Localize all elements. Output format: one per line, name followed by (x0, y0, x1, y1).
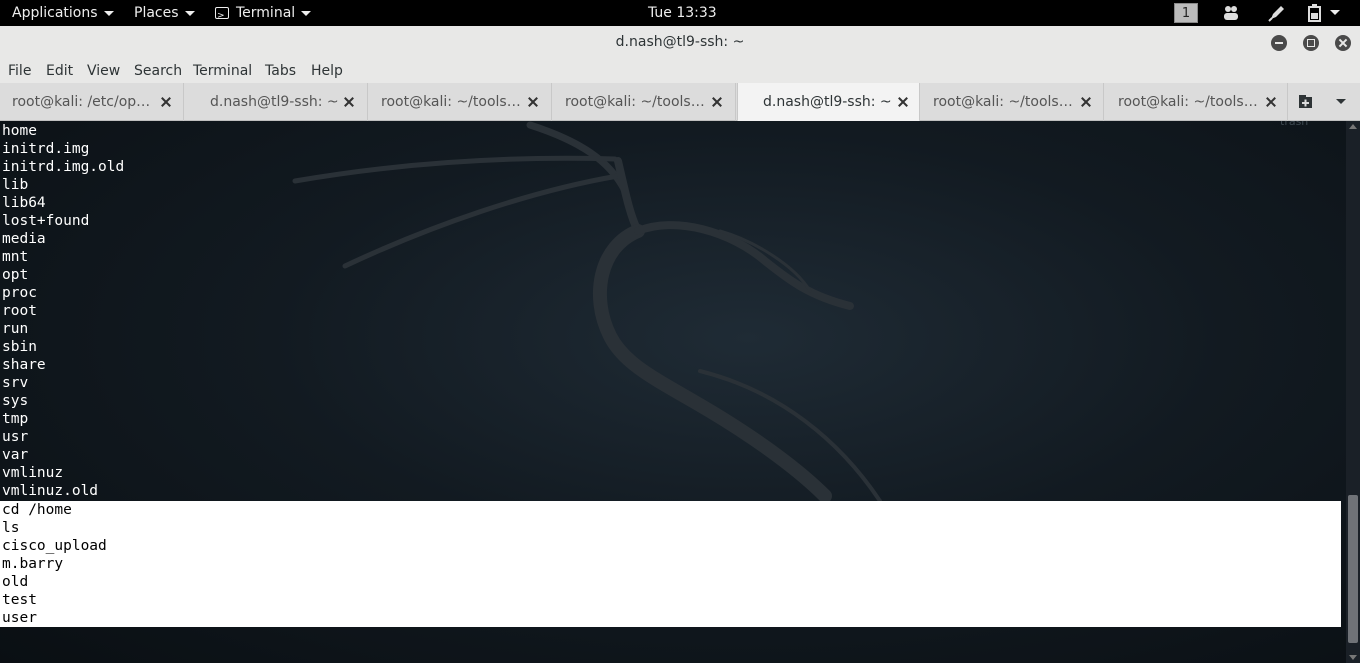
terminal-line: lib64 (2, 195, 46, 211)
tab-root-etc-op[interactable]: root@kali: /etc/op… (0, 83, 184, 121)
workspace-indicator[interactable]: 1 (1174, 3, 1198, 23)
terminal-line: run (2, 321, 29, 337)
terminal-line: proc (2, 285, 37, 301)
places-label: Places (134, 5, 179, 21)
scrollbar-thumb[interactable] (1348, 495, 1358, 643)
close-window-button[interactable] (1335, 35, 1351, 51)
menu-edit[interactable]: Edit (46, 59, 73, 83)
text-selection[interactable]: cd /home ls cisco_upload m.barry old tes… (0, 501, 1341, 627)
selected-line: user (2, 610, 37, 626)
clock-label: Tue 13:33 (648, 5, 717, 21)
terminal-app-menu[interactable]: Terminal (215, 0, 312, 29)
tab-label: root@kali: ~/tools… (1118, 94, 1258, 110)
selected-line: old (2, 574, 29, 590)
scroll-up-arrow-icon[interactable] (1349, 124, 1357, 129)
desktop-trash-label: trash (1280, 121, 1309, 128)
terminal-line: lib (2, 177, 29, 193)
close-icon[interactable] (710, 95, 724, 109)
minimize-button[interactable] (1271, 35, 1287, 51)
users-icon[interactable] (1222, 4, 1240, 22)
tab-label: d.nash@tl9-ssh: ~ (210, 94, 339, 110)
places-menu[interactable]: Places (134, 0, 195, 26)
terminal-line: share (2, 357, 46, 373)
new-tab-icon[interactable] (1298, 94, 1316, 110)
terminal-line: vmlinuz (2, 465, 64, 481)
close-icon[interactable] (526, 95, 540, 109)
tab-label: root@kali: /etc/op… (12, 94, 151, 110)
menu-search[interactable]: Search (134, 59, 182, 83)
applications-menu[interactable]: Applications (12, 0, 114, 26)
clock[interactable]: Tue 13:33 (648, 0, 717, 26)
kali-dragon-icon (292, 121, 882, 501)
selected-line: test (2, 592, 37, 608)
menu-view[interactable]: View (87, 59, 120, 83)
tabs-menu-chevron-icon[interactable] (1336, 99, 1346, 104)
top-panel: Applications Places Terminal Tue 13:33 1 (0, 0, 1360, 29)
selected-line: ls (2, 520, 20, 536)
terminal-output: home initrd.img initrd.img.old lib lib64… (2, 122, 124, 500)
terminal-line: mnt (2, 249, 29, 265)
selected-output: cd /home ls cisco_upload m.barry old tes… (2, 501, 107, 627)
terminal-line: var (2, 447, 29, 463)
terminal-line: tmp (2, 411, 29, 427)
battery-icon[interactable] (1306, 4, 1324, 22)
terminal-app-label: Terminal (236, 5, 296, 21)
tab-root-tools-2[interactable]: root@kali: ~/tools… (552, 83, 736, 121)
menu-help[interactable]: Help (311, 59, 343, 83)
chevron-down-icon (301, 10, 312, 16)
tab-dnash-ssh[interactable]: d.nash@tl9-ssh: ~ (184, 83, 368, 121)
terminal-line: vmlinuz.old (2, 483, 99, 499)
system-menu-chevron-icon[interactable] (1330, 10, 1340, 15)
menubar: File Edit View Search Terminal Tabs Help (0, 59, 1360, 83)
chevron-down-icon (103, 10, 114, 16)
close-icon[interactable] (159, 95, 173, 109)
terminal-icon (215, 3, 229, 29)
maximize-button[interactable] (1303, 35, 1319, 51)
terminal-line: initrd.img (2, 141, 90, 157)
selected-line: cisco_upload (2, 538, 107, 554)
close-icon[interactable] (1079, 95, 1093, 109)
menu-file[interactable]: File (8, 59, 31, 83)
applications-label: Applications (12, 5, 98, 21)
selected-line: m.barry (2, 556, 64, 572)
close-icon[interactable] (896, 95, 910, 109)
minimize-icon (1275, 42, 1283, 44)
close-icon[interactable] (342, 95, 356, 109)
terminal-line: sys (2, 393, 29, 409)
terminal-line: usr (2, 429, 29, 445)
tab-root-tools-4[interactable]: root@kali: ~/tools… (1104, 83, 1288, 121)
close-icon[interactable] (1264, 95, 1278, 109)
terminal-line: initrd.img.old (2, 159, 125, 175)
menu-tabs[interactable]: Tabs (265, 59, 296, 83)
window-title: d.nash@tl9-ssh: ~ (615, 34, 745, 50)
scroll-down-arrow-icon[interactable] (1349, 655, 1357, 660)
tab-root-tools-3[interactable]: root@kali: ~/tools… (920, 83, 1104, 121)
terminal-line: root (2, 303, 37, 319)
tab-label: root@kali: ~/tools… (381, 94, 521, 110)
tab-dnash-ssh-active[interactable]: d.nash@tl9-ssh: ~ (737, 83, 920, 122)
terminal-line: home (2, 123, 37, 139)
tab-root-tools-1[interactable]: root@kali: ~/tools… (368, 83, 552, 121)
tab-label: root@kali: ~/tools… (565, 94, 705, 110)
terminal-line: media (2, 231, 46, 247)
terminal-line: srv (2, 375, 29, 391)
terminal-line: opt (2, 267, 29, 283)
tab-label: d.nash@tl9-ssh: ~ (763, 94, 892, 110)
pen-icon[interactable] (1268, 4, 1286, 22)
terminal-view[interactable]: trash home initrd.img initrd.img.old lib… (0, 121, 1360, 663)
tab-label: root@kali: ~/tools… (933, 94, 1073, 110)
tab-bar: root@kali: /etc/op… d.nash@tl9-ssh: ~ ro… (0, 83, 1360, 122)
window-titlebar[interactable]: d.nash@tl9-ssh: ~ (0, 26, 1360, 60)
selected-line: cd /home (2, 502, 72, 518)
menu-terminal[interactable]: Terminal (193, 59, 252, 83)
vertical-scrollbar[interactable] (1346, 121, 1360, 663)
terminal-line: sbin (2, 339, 37, 355)
chevron-down-icon (184, 10, 195, 16)
maximize-icon (1307, 39, 1315, 47)
terminal-line: lost+found (2, 213, 90, 229)
